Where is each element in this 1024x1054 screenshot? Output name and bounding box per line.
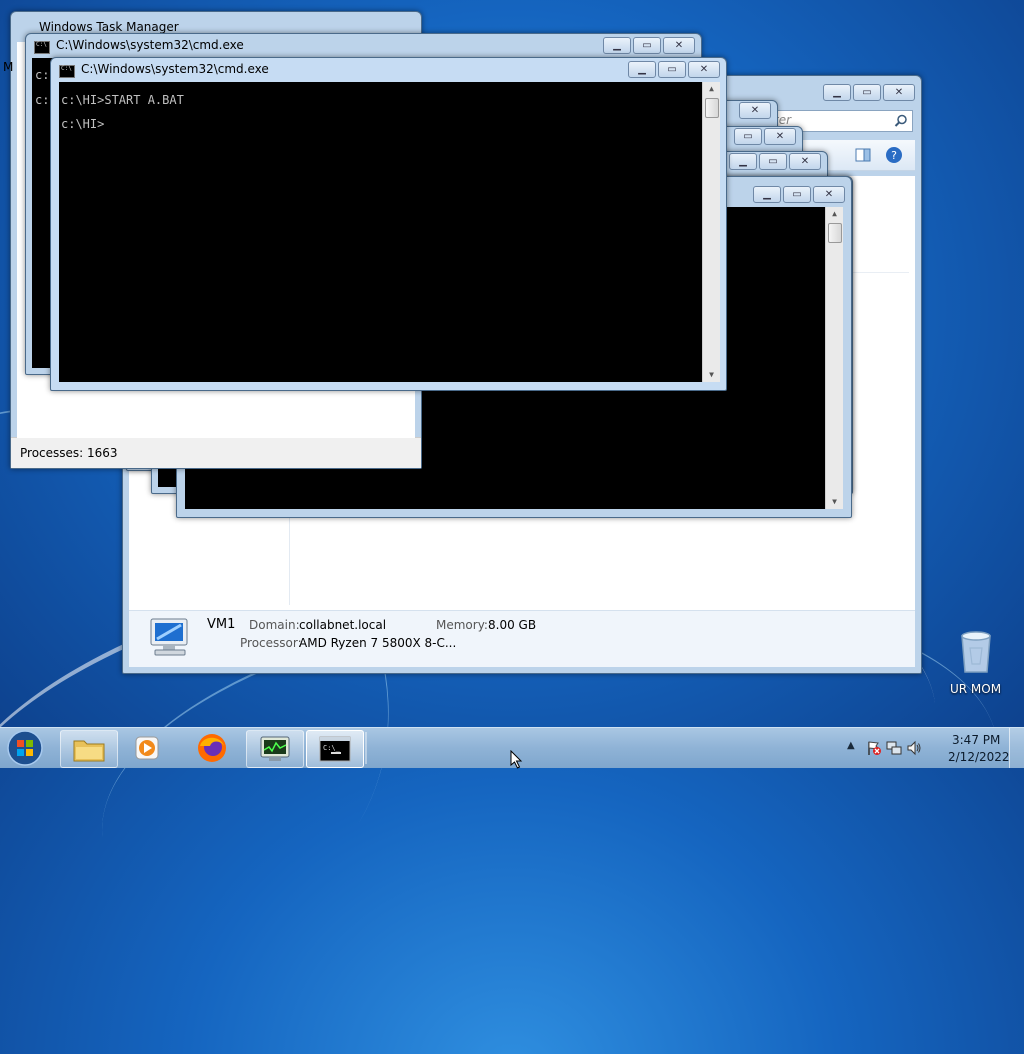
folder-icon: [73, 740, 105, 762]
volume-icon[interactable]: [906, 740, 922, 756]
vertical-scrollbar[interactable]: ▲ ▼: [702, 82, 720, 382]
explorer-window-controls: ▁ ▭ ✕: [821, 84, 915, 102]
window-controls: ▭ ✕: [732, 128, 796, 146]
maximize-button[interactable]: ▭: [734, 128, 762, 145]
console-area[interactable]: c:\HI>START A.BAT c:\HI> ▲ ▼: [59, 82, 720, 382]
cmd-icon: [59, 65, 75, 78]
domain-value: collabnet.local: [299, 618, 387, 632]
taskbar-separator: [365, 732, 367, 764]
cmd-icon: [34, 41, 50, 54]
taskbar-firefox-button[interactable]: [186, 730, 238, 766]
taskbar-cmd-button[interactable]: C:\_: [306, 730, 364, 768]
clock-date[interactable]: 2/12/2022: [948, 750, 1010, 764]
close-button[interactable]: ✕: [789, 153, 821, 170]
close-button[interactable]: ✕: [813, 186, 845, 203]
minimize-button[interactable]: ▁: [753, 186, 781, 203]
computer-icon: [150, 618, 188, 656]
close-button[interactable]: ✕: [883, 84, 915, 101]
minimize-button[interactable]: ▁: [823, 84, 851, 101]
memory-value: 8.00 GB: [488, 618, 537, 632]
minimize-button[interactable]: ▁: [603, 37, 631, 54]
status-bar: Processes: 1663: [11, 437, 421, 468]
minimize-button[interactable]: ▁: [729, 153, 757, 170]
windows-orb-icon: [7, 730, 43, 766]
vertical-scrollbar[interactable]: ▲ ▼: [825, 207, 843, 509]
maximize-button[interactable]: ▭: [853, 84, 881, 101]
window-controls: ▁ ▭ ✕: [601, 37, 695, 55]
minimize-button[interactable]: ▁: [628, 61, 656, 78]
close-button[interactable]: ✕: [688, 61, 720, 78]
taskbar-explorer-button[interactable]: [60, 730, 118, 768]
recycle-bin-icon: [961, 631, 991, 673]
taskbar-task-manager-button[interactable]: [246, 730, 304, 768]
action-center-flag-icon[interactable]: [866, 740, 882, 756]
svg-text:?: ?: [891, 149, 897, 162]
help-icon[interactable]: ?: [885, 146, 903, 164]
console-line: c:\HI>START A.BAT: [61, 93, 184, 107]
memory-label: Memory:: [436, 618, 488, 632]
recycle-bin-label: UR MOM: [950, 682, 1002, 696]
notification-area: ▲ 3:47 PM 2/12/2022: [834, 728, 1024, 768]
processes-count: Processes: 1663: [20, 446, 118, 460]
search-icon: [894, 114, 907, 127]
scroll-thumb[interactable]: [705, 98, 719, 118]
mouse-cursor-icon: [510, 750, 523, 769]
scroll-up-arrow-icon[interactable]: ▲: [826, 207, 843, 221]
close-button[interactable]: ✕: [764, 128, 796, 145]
cmd-front-title: C:\Windows\system32\cmd.exe: [81, 62, 269, 76]
clock-time[interactable]: 3:47 PM: [952, 733, 1000, 747]
console-line: c:: [35, 68, 50, 82]
media-player-icon: [135, 736, 159, 760]
details-pane: VM1 Domain: collabnet.local Memory: 8.00…: [129, 610, 915, 667]
show-desktop-button[interactable]: [1009, 728, 1024, 768]
scroll-down-arrow-icon[interactable]: ▼: [826, 495, 843, 509]
domain-label: Domain:: [249, 618, 300, 632]
maximize-button[interactable]: ▭: [658, 61, 686, 78]
maximize-button[interactable]: ▭: [633, 37, 661, 54]
scroll-thumb[interactable]: [828, 223, 842, 243]
processor-value: AMD Ryzen 7 5800X 8-C...: [299, 636, 457, 650]
svg-text:C:\_: C:\_: [323, 744, 341, 752]
taskbar-media-player-button[interactable]: [124, 730, 176, 766]
network-icon[interactable]: [886, 740, 902, 756]
menu-item-partial[interactable]: M: [3, 60, 13, 74]
console-prompt: c:\HI>: [61, 117, 105, 131]
preview-pane-icon[interactable]: [855, 148, 871, 162]
close-button[interactable]: ✕: [739, 102, 771, 119]
computer-name: VM1: [207, 617, 236, 632]
maximize-button[interactable]: ▭: [783, 186, 811, 203]
window-controls: ▁ ▭ ✕: [751, 186, 845, 204]
scroll-down-arrow-icon[interactable]: ▼: [703, 368, 720, 382]
show-hidden-icons-icon[interactable]: ▲: [847, 740, 855, 751]
window-controls: ▁ ▭ ✕: [727, 153, 821, 171]
cmd-front-titlebar[interactable]: C:\Windows\system32\cmd.exe ▁ ▭ ✕: [51, 58, 726, 84]
cmd-window-front[interactable]: C:\Windows\system32\cmd.exe ▁ ▭ ✕ c:\HI>…: [50, 57, 727, 391]
maximize-button[interactable]: ▭: [759, 153, 787, 170]
command-prompt-icon: C:\_: [319, 736, 351, 762]
recycle-bin-desktop-icon[interactable]: UR MOM: [946, 628, 1006, 700]
console-line: c:: [35, 93, 50, 107]
processor-label: Processor:: [240, 636, 302, 650]
close-button[interactable]: ✕: [663, 37, 695, 54]
firefox-icon: [198, 734, 226, 762]
window-controls: ▁ ▭ ✕: [626, 61, 720, 79]
start-button[interactable]: [6, 729, 46, 767]
task-manager-title: Windows Task Manager: [39, 20, 179, 34]
window-controls: ✕: [737, 102, 771, 120]
task-manager-icon: [260, 736, 290, 761]
scroll-up-arrow-icon[interactable]: ▲: [703, 82, 720, 96]
cmd-back-title: C:\Windows\system32\cmd.exe: [56, 38, 244, 52]
